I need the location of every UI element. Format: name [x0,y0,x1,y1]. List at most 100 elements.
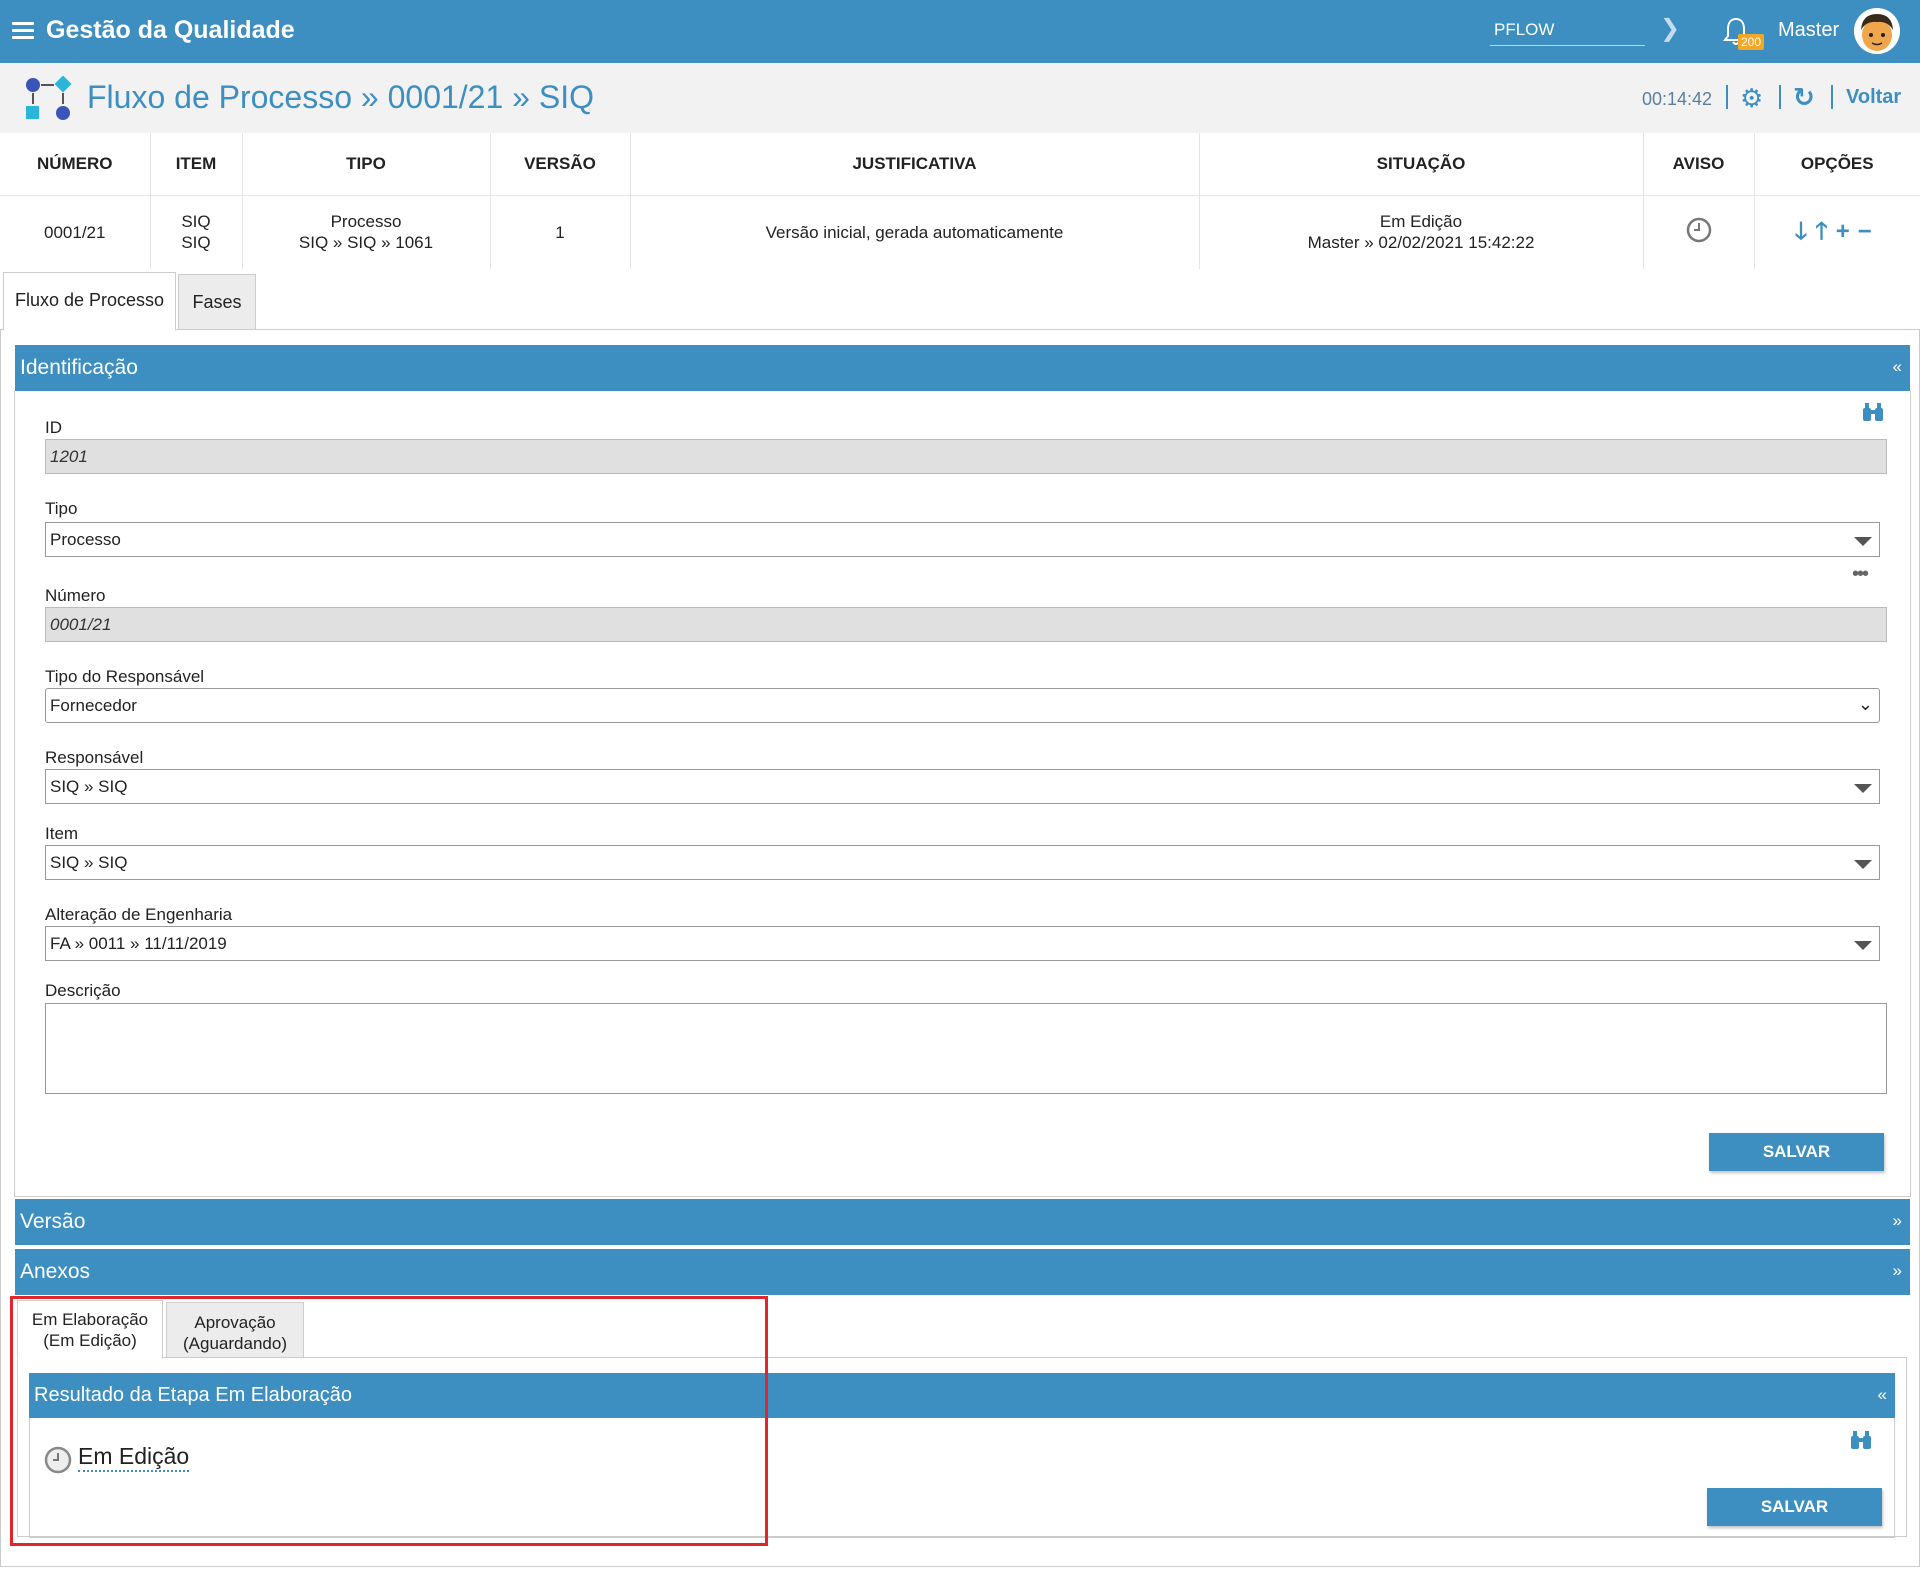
tab-aprovacao[interactable]: Aprovação (Aguardando) [166,1302,304,1358]
column-header: SITUAÇÃO [1199,133,1644,196]
column-header: NÚMERO [0,133,151,196]
tab-em-elaboracao[interactable]: Em Elaboração (Em Edição) [17,1300,163,1359]
app-title: Gestão da Qualidade [46,16,295,44]
column-header: JUSTIFICATIVA [630,133,1200,196]
alteracao-value: FA » 0011 » 11/11/2019 [50,934,227,953]
notification-badge: 200 [1738,34,1765,50]
tipo-responsavel-select[interactable]: Fornecedor ⌄ [45,688,1880,723]
id-field: 1201 [45,439,1887,474]
clock-icon [44,1446,72,1474]
section-identificacao-header[interactable]: Identificação « [15,345,1910,391]
tab-label-line: Aprovação [194,1313,276,1332]
tab-fluxo-de-processo[interactable]: Fluxo de Processo [3,272,176,331]
section-title: Identificação [20,356,138,379]
responsavel-label: Responsável [45,748,144,767]
user-name[interactable]: Master [1778,19,1839,42]
descricao-label: Descrição [45,981,121,1000]
separator [1779,85,1781,109]
column-header: OPÇÕES [1754,133,1920,196]
tab-fases[interactable]: Fases [178,274,256,330]
alteracao-select[interactable]: FA » 0011 » 11/11/2019 [45,926,1880,961]
tab-label-line: (Aguardando) [183,1334,287,1353]
tipo-label: Tipo [45,499,78,518]
plus-icon[interactable]: + [1836,218,1858,245]
tipo-cell: Processo SIQ » SIQ » 1061 [242,195,491,269]
table-row: 0001/21 SIQ SIQ Processo SIQ » SIQ » 1061 … [0,195,1920,269]
item-line: SIQ [181,233,211,253]
numero-cell: 0001/21 [0,195,151,269]
arrow-down-icon[interactable]: 🡓 [1795,218,1815,245]
top-navbar: Gestão da Qualidade ❯ 200 Master [0,0,1920,63]
tipo-responsavel-value: Fornecedor [50,696,137,715]
section-versao-header[interactable]: Versão » [15,1199,1910,1245]
process-info-table: NÚMERO ITEM TIPO VERSÃO JUSTIFICATIVA SI… [0,133,1920,269]
column-header: ITEM [150,133,243,196]
back-link[interactable]: Voltar [1846,86,1901,109]
section-resultado-header[interactable]: Resultado da Etapa Em Elaboração « [29,1373,1895,1418]
section-title: Resultado da Etapa Em Elaboração [34,1384,352,1406]
clock-icon[interactable] [1685,216,1713,244]
binoculars-icon[interactable] [1862,402,1884,428]
options-cell: 🡓🡑+− [1754,195,1920,269]
tipo-select[interactable]: Processo [45,522,1880,557]
situacao-line: Master » 02/02/2021 15:42:22 [1307,233,1535,253]
caret-down-icon [1854,784,1872,793]
collapse-icon[interactable]: « [1878,1385,1887,1405]
table-header-row: NÚMERO ITEM TIPO VERSÃO JUSTIFICATIVA SI… [0,133,1920,196]
chevron-down-icon: ⌄ [1857,694,1873,714]
versao-cell: 1 [490,195,631,269]
numero-label: Número [45,586,106,605]
item-line: SIQ [181,212,211,232]
expand-icon[interactable]: » [1893,1261,1902,1281]
module-search-input[interactable] [1490,14,1645,46]
stage-status[interactable]: Em Edição [78,1443,190,1472]
caret-down-icon [1854,941,1872,950]
refresh-icon[interactable]: ↻ [1793,82,1815,113]
tipo-responsavel-label: Tipo do Responsável [45,667,205,686]
situacao-line: Em Edição [1379,212,1463,232]
descricao-textarea[interactable] [45,1003,1887,1094]
tab-label-line: (Em Edição) [43,1331,137,1350]
arrow-up-icon[interactable]: 🡑 [1815,218,1835,245]
id-label: ID [45,418,62,437]
page-header: Fluxo de Processo » 0001/21 » SIQ 00:14:… [0,63,1920,133]
justificativa-cell: Versão inicial, gerada automaticamente [630,195,1200,269]
chevron-right-icon[interactable]: ❯ [1660,14,1680,43]
situacao-cell: Em Edição Master » 02/02/2021 15:42:22 [1199,195,1644,269]
collapse-icon[interactable]: « [1893,357,1902,377]
tipo-value: Processo [50,530,121,549]
item-value: SIQ » SIQ [50,853,128,872]
item-cell: SIQ SIQ [150,195,243,269]
tipo-line: Processo [330,212,402,232]
tab-label-line: Em Elaboração [31,1310,149,1329]
expand-icon[interactable]: » [1893,1211,1902,1231]
alteracao-label: Alteração de Engenharia [45,905,233,924]
separator [1831,85,1833,109]
aviso-cell [1643,195,1755,269]
session-timer: 00:14:42 [1642,89,1713,109]
save-button[interactable]: SALVAR [1709,1133,1884,1171]
more-options-icon[interactable]: ••• [1852,563,1869,586]
binoculars-icon[interactable] [1850,1430,1872,1456]
caret-down-icon [1854,537,1872,546]
page-title: Fluxo de Processo » 0001/21 » SIQ [87,79,594,115]
caret-down-icon [1854,860,1872,869]
item-label: Item [45,824,79,843]
save-button[interactable]: SALVAR [1707,1488,1882,1526]
responsavel-select[interactable]: SIQ » SIQ [45,769,1880,804]
separator [1726,85,1728,109]
process-flow-icon [26,76,72,120]
avatar[interactable] [1854,8,1900,54]
item-select[interactable]: SIQ » SIQ [45,845,1880,880]
section-title: Anexos [20,1260,91,1283]
responsavel-value: SIQ » SIQ [50,777,128,796]
column-header: TIPO [242,133,491,196]
column-header: AVISO [1643,133,1755,196]
tipo-line: SIQ » SIQ » 1061 [298,233,434,253]
numero-field: 0001/21 [45,607,1887,642]
section-anexos-header[interactable]: Anexos » [15,1249,1910,1295]
hamburger-menu-icon[interactable] [12,22,34,40]
resultado-body [29,1418,1895,1538]
gear-icon[interactable]: ⚙ [1740,83,1763,114]
minus-icon[interactable]: − [1858,218,1880,245]
